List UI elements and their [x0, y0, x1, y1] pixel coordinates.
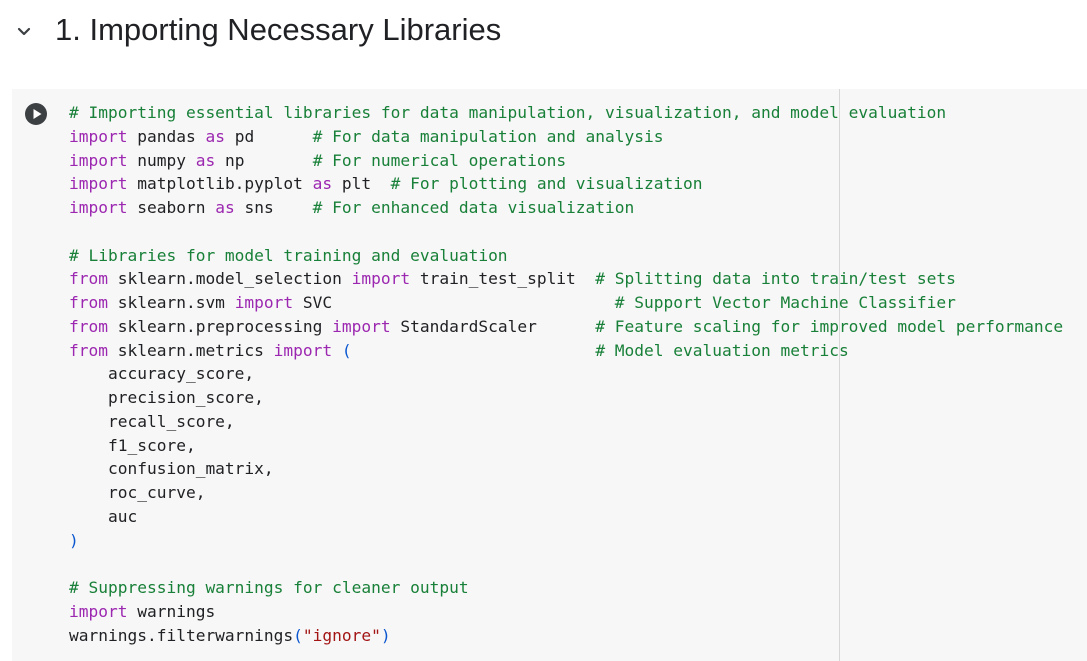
code-token-code-text: matplotlib.pyplot [127, 174, 313, 194]
code-token-code-text: plt [332, 174, 391, 194]
code-token-comment: # For numerical operations [312, 150, 567, 170]
code-token-keyword: import [351, 269, 411, 289]
code-token-keyword: import [69, 601, 128, 621]
code-token-code-text: StandardScaler [390, 316, 596, 336]
code-token-comment: # For data manipulation and analysis [312, 126, 664, 146]
code-token-code-text: sns [234, 198, 313, 217]
code-token-punctuation: ( [293, 625, 303, 645]
code-token-keyword: import [273, 340, 333, 360]
code-token-code-text: recall_score, [69, 411, 235, 431]
code-token-keyword: as [205, 126, 225, 146]
code-line: auc [69, 505, 1063, 529]
code-line: from sklearn.model_selection import trai… [69, 267, 1063, 291]
chevron-down-icon[interactable] [14, 22, 34, 42]
code-token-comment: # Support Vector Machine Classifier [614, 293, 956, 312]
code-token-keyword: from [69, 316, 108, 336]
code-token-code-text: sklearn.model_selection [107, 269, 352, 289]
code-token-comment: # For plotting and visualization [390, 174, 703, 194]
code-token-code-text: sklearn.svm [107, 293, 235, 312]
code-line: # Libraries for model training and evalu… [69, 244, 1063, 268]
code-token-code-text: pandas [127, 126, 206, 146]
code-token-keyword: import [332, 316, 391, 336]
code-line: precision_score, [69, 386, 1063, 410]
code-line: roc_curve, [69, 481, 1063, 505]
code-token-comment: # Importing essential libraries for data… [69, 103, 947, 122]
code-token-code-text: pd [224, 126, 313, 146]
code-token-keyword: from [69, 340, 108, 360]
code-token-code-text: train_test_split [410, 269, 596, 289]
code-token-code-text: auc [69, 506, 138, 526]
code-token-comment: # Suppressing warnings for cleaner outpu… [69, 578, 469, 597]
code-editor[interactable]: # Importing essential libraries for data… [69, 101, 1063, 647]
code-token-string: "ignore" [302, 625, 381, 645]
code-token-code-text [352, 341, 596, 360]
code-token-code-text: np [215, 150, 313, 170]
code-token-keyword: as [312, 174, 333, 194]
code-token-keyword: import [69, 174, 128, 194]
code-line: ) [69, 529, 1063, 553]
code-line: # Importing essential libraries for data… [69, 101, 1063, 125]
code-token-keyword: import [234, 293, 294, 312]
code-line: import numpy as np # For numerical opera… [69, 149, 1063, 173]
code-line: import pandas as pd # For data manipulat… [69, 125, 1063, 149]
code-line: # Suppressing warnings for cleaner outpu… [69, 576, 1063, 600]
play-circle-icon [25, 103, 47, 125]
code-token-comment: # Model evaluation metrics [595, 340, 849, 360]
code-token-code-text: precision_score, [69, 388, 264, 407]
code-token-code-text: confusion_matrix, [69, 459, 274, 479]
run-cell-button[interactable] [24, 102, 48, 126]
code-token-code-text [332, 341, 342, 360]
code-token-punctuation: ( [341, 340, 352, 360]
code-token-code-text: warnings.filterwarnings [69, 625, 294, 645]
code-token-code-text: f1_score, [69, 435, 196, 455]
code-line: accuracy_score, [69, 362, 1063, 386]
code-token-code-text: numpy [127, 150, 196, 170]
code-token-keyword: import [69, 126, 128, 146]
code-token-keyword: from [69, 293, 108, 312]
code-token-keyword: as [215, 198, 235, 217]
code-line: confusion_matrix, [69, 457, 1063, 481]
code-line: import seaborn as sns # For enhanced dat… [69, 196, 1063, 220]
code-token-keyword: import [69, 198, 128, 217]
code-token-comment: # Splitting data into train/test sets [595, 269, 956, 289]
code-token-code-text: accuracy_score, [69, 364, 255, 384]
code-line: from sklearn.svm import SVC # Support Ve… [69, 291, 1063, 315]
code-token-keyword: as [195, 150, 216, 170]
code-token-comment: # For enhanced data visualization [312, 198, 635, 217]
code-token-code-text: seaborn [127, 198, 216, 217]
code-line: import warnings [69, 600, 1063, 624]
code-token-punctuation: ) [69, 530, 79, 550]
code-line: recall_score, [69, 410, 1063, 434]
code-line: warnings.filterwarnings("ignore") [69, 624, 1063, 648]
code-line: import matplotlib.pyplot as plt # For pl… [69, 172, 1063, 196]
code-line: from sklearn.preprocessing import Standa… [69, 315, 1063, 339]
code-token-code-text: roc_curve, [69, 483, 206, 502]
code-token-code-text: sklearn.metrics [107, 340, 274, 360]
code-token-comment: # Feature scaling for improved model per… [595, 316, 1064, 336]
code-line: f1_score, [69, 434, 1063, 458]
code-token-code-text: sklearn.preprocessing [107, 316, 333, 336]
section-header: 1. Importing Necessary Libraries [0, 0, 1087, 66]
code-token-code-text: warnings [127, 601, 216, 621]
section-title: 1. Importing Necessary Libraries [55, 12, 502, 47]
code-token-keyword: import [69, 150, 128, 170]
code-line: from sklearn.metrics import ( # Model ev… [69, 339, 1063, 363]
code-token-comment: # Libraries for model training and evalu… [69, 245, 508, 265]
code-token-punctuation: ) [380, 625, 391, 645]
code-token-code-text: SVC [293, 293, 615, 312]
code-token-keyword: from [69, 269, 108, 289]
